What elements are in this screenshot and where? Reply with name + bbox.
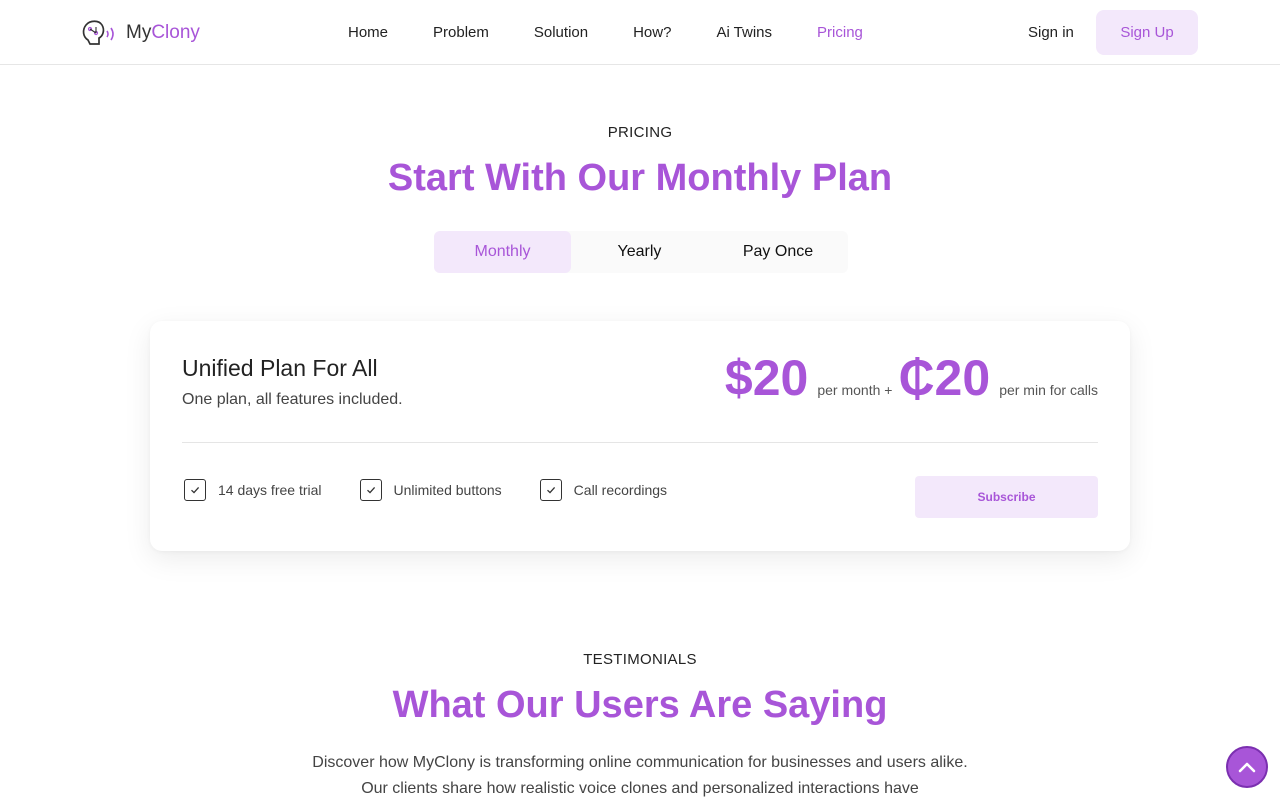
nav-solution[interactable]: Solution [534,24,588,41]
feature-list: 14 days free trial Unlimited buttons Cal… [184,479,705,501]
scroll-to-top-button[interactable] [1226,746,1268,788]
monthly-price-note: per month + [817,382,893,398]
testimonials-title: What Our Users Are Saying [392,684,888,726]
pricing-eyebrow: PRICING [607,124,673,141]
pricing-card: Unified Plan For All One plan, all featu… [150,321,1130,551]
plan-subtitle: One plan, all features included. [182,391,403,408]
feature-label: 14 days free trial [218,482,322,498]
plan-title: Unified Plan For All [182,355,378,381]
tab-yearly[interactable]: Yearly [571,231,708,273]
feature-item: Call recordings [539,479,668,501]
call-price-note: per min for calls [999,382,1098,398]
subscribe-button[interactable]: Subscribe [915,476,1098,518]
site-header: MyClony Home Problem Solution How? Ai Tw… [0,0,1280,65]
card-divider [182,442,1098,443]
check-icon [184,479,206,501]
chevron-up-icon [1238,762,1256,773]
nav-problem[interactable]: Problem [433,24,489,41]
nav-pricing[interactable]: Pricing [817,24,863,41]
pricing-title: Start With Our Monthly Plan [387,157,893,199]
monthly-price: $20 [724,350,809,406]
head-voice-logo-icon [82,20,114,45]
brand-logo[interactable]: MyClony [80,18,200,48]
feature-label: Unlimited buttons [393,482,502,498]
tab-monthly[interactable]: Monthly [434,231,571,273]
feature-label: Call recordings [573,482,668,498]
nav-home[interactable]: Home [348,24,388,41]
nav-ai-twins[interactable]: Ai Twins [716,24,772,41]
tab-pay-once[interactable]: Pay Once [708,231,848,273]
sign-in-link[interactable]: Sign in [1028,24,1074,41]
sign-up-button[interactable]: Sign Up [1096,10,1198,55]
testimonials-intro: Discover how MyClony is transforming onl… [312,754,968,797]
price-row: $20 per month + ₵20 per min for calls [725,353,1098,403]
feature-item: 14 days free trial [184,479,322,501]
call-price: ₵20 [898,350,991,406]
brand-name: MyClony [126,22,200,43]
check-icon [359,479,382,501]
testimonials-eyebrow: TESTIMONIALS [583,651,697,668]
feature-item: Unlimited buttons [359,479,502,501]
nav-how[interactable]: How? [633,24,671,41]
check-icon [539,479,562,501]
main-nav: Home Problem Solution How? Ai Twins Pric… [348,0,908,65]
billing-period-toggle: Monthly Yearly Pay Once [434,231,848,273]
